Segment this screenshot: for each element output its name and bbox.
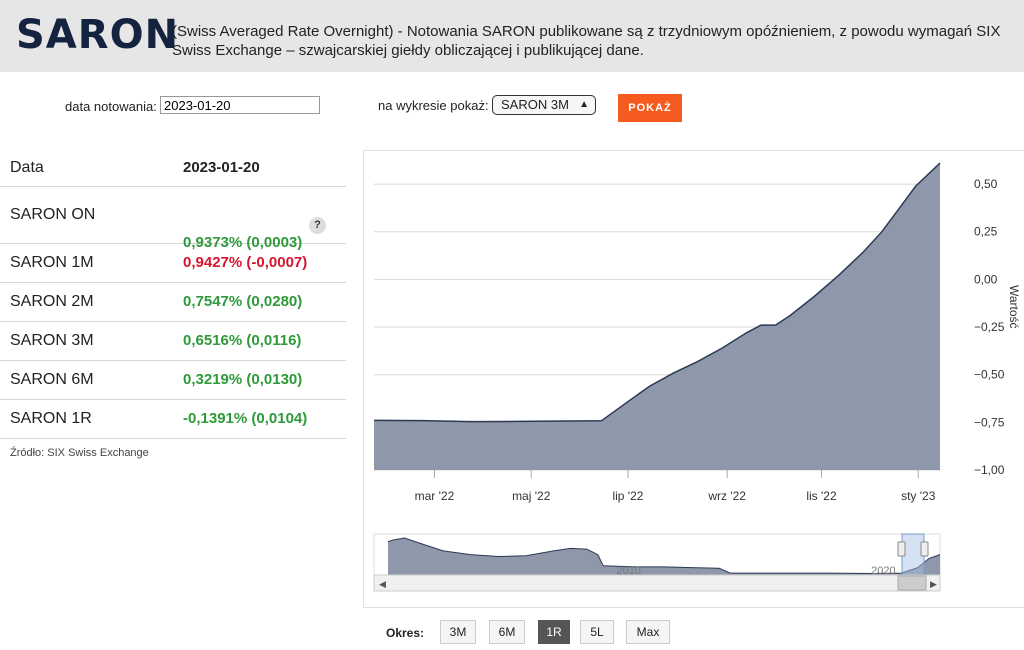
rate-name: SARON 1M [10,254,94,271]
y-tick-label: −0,25 [974,320,1005,334]
header: SARON (Swiss Averaged Rate Overnight) - … [0,0,1024,72]
rate-name: SARON 3M [10,332,94,349]
y-tick-label: −0,50 [974,368,1005,382]
period-button-max[interactable]: Max [626,620,670,644]
chart-select-label: na wykresie pokaż: [378,98,489,113]
rate-name: SARON 2M [10,293,94,310]
y-tick-label: −0,75 [974,415,1005,429]
navigator[interactable]: 2010 2020◀ ▶ [373,533,941,592]
scroll-right-icon[interactable]: ▶ [930,579,937,589]
rate-value: 0,7547% (0,0280) [183,293,303,310]
y-axis-label: Wartość [1007,285,1021,329]
y-tick-label: 0,00 [974,272,998,286]
rate-name: SARON 6M [10,371,94,388]
scrollbar-thumb[interactable] [897,575,927,591]
date-input[interactable] [160,96,320,114]
x-tick-label: mar '22 [415,489,455,503]
period-button-1r[interactable]: 1R [538,620,570,644]
rate-value: 0,6516% (0,0116) [183,332,302,349]
chart-select[interactable]: SARON 3M ▲︎ [492,95,596,115]
rate-value: 0,9427% (-0,0007) [183,254,308,271]
chart-select-value: SARON 3M [501,97,569,112]
header-description: (Swiss Averaged Rate Overnight) - Notowa… [172,23,1001,59]
rate-name: SARON 1R [10,410,92,427]
rate-name: SARON ON [10,206,96,223]
table-row: SARON 6M 0,3219% (0,0130) [0,361,346,400]
table-row: SARON 1M 0,9427% (-0,0007) [0,244,346,283]
navigator-scrollbar[interactable] [373,574,941,592]
period-label: Okres: [386,626,425,640]
saron-logo: SARON [16,12,180,58]
series-area [374,163,940,470]
y-tick-label: 0,50 [974,177,998,191]
chart-container: 0,50 0,25 0,00 −0,25 −0,50 −0,75 −1,00 mar '22… [363,150,1024,608]
header-date: 2023-01-20 [183,159,260,176]
table-header: Data 2023-01-20 [0,150,346,187]
rate-chart: 0,50 0,25 0,00 −0,25 −0,50 −0,75 −1,00 mar '22… [373,162,1021,592]
y-tick-label: 0,25 [974,225,998,239]
table-row: SARON 2M 0,7547% (0,0280) [0,283,346,322]
x-tick-label: sty '23 [901,489,936,503]
source-note: Źródło: SIX Swiss Exchange [10,447,149,459]
x-tick-label: wrz '22 [707,489,746,503]
x-tick-label: lis '22 [806,489,837,503]
y-tick-label: −1,00 [974,463,1005,477]
header-key: Data [10,159,44,176]
date-label: data notowania: [65,99,157,114]
x-tick-label: maj '22 [512,489,551,503]
navigator-handle-right[interactable] [920,541,929,557]
period-button-3m[interactable]: 3M [440,620,476,644]
table-row: SARON ON 0,9373% (0,0003) [0,187,346,251]
rates-table: Data 2023-01-20 SARON ON 0,9373% (0,0003… [0,150,346,439]
x-tick-label: lip '22 [612,489,643,503]
show-button[interactable]: POKAŻ [618,94,682,122]
period-button-5l[interactable]: 5L [580,620,614,644]
table-row: SARON 1R -0,1391% (0,0104) [0,400,346,439]
rate-value: 0,3219% (0,0130) [183,371,303,388]
scroll-left-icon[interactable]: ◀ [379,579,386,589]
rate-value: -0,1391% (0,0104) [183,410,308,427]
select-arrows-icon: ▲︎ [579,99,589,110]
help-icon[interactable]: ? [309,217,326,234]
navigator-handle-left[interactable] [897,541,906,557]
table-row: SARON 3M 0,6516% (0,0116) [0,322,346,361]
period-button-6m[interactable]: 6M [489,620,525,644]
